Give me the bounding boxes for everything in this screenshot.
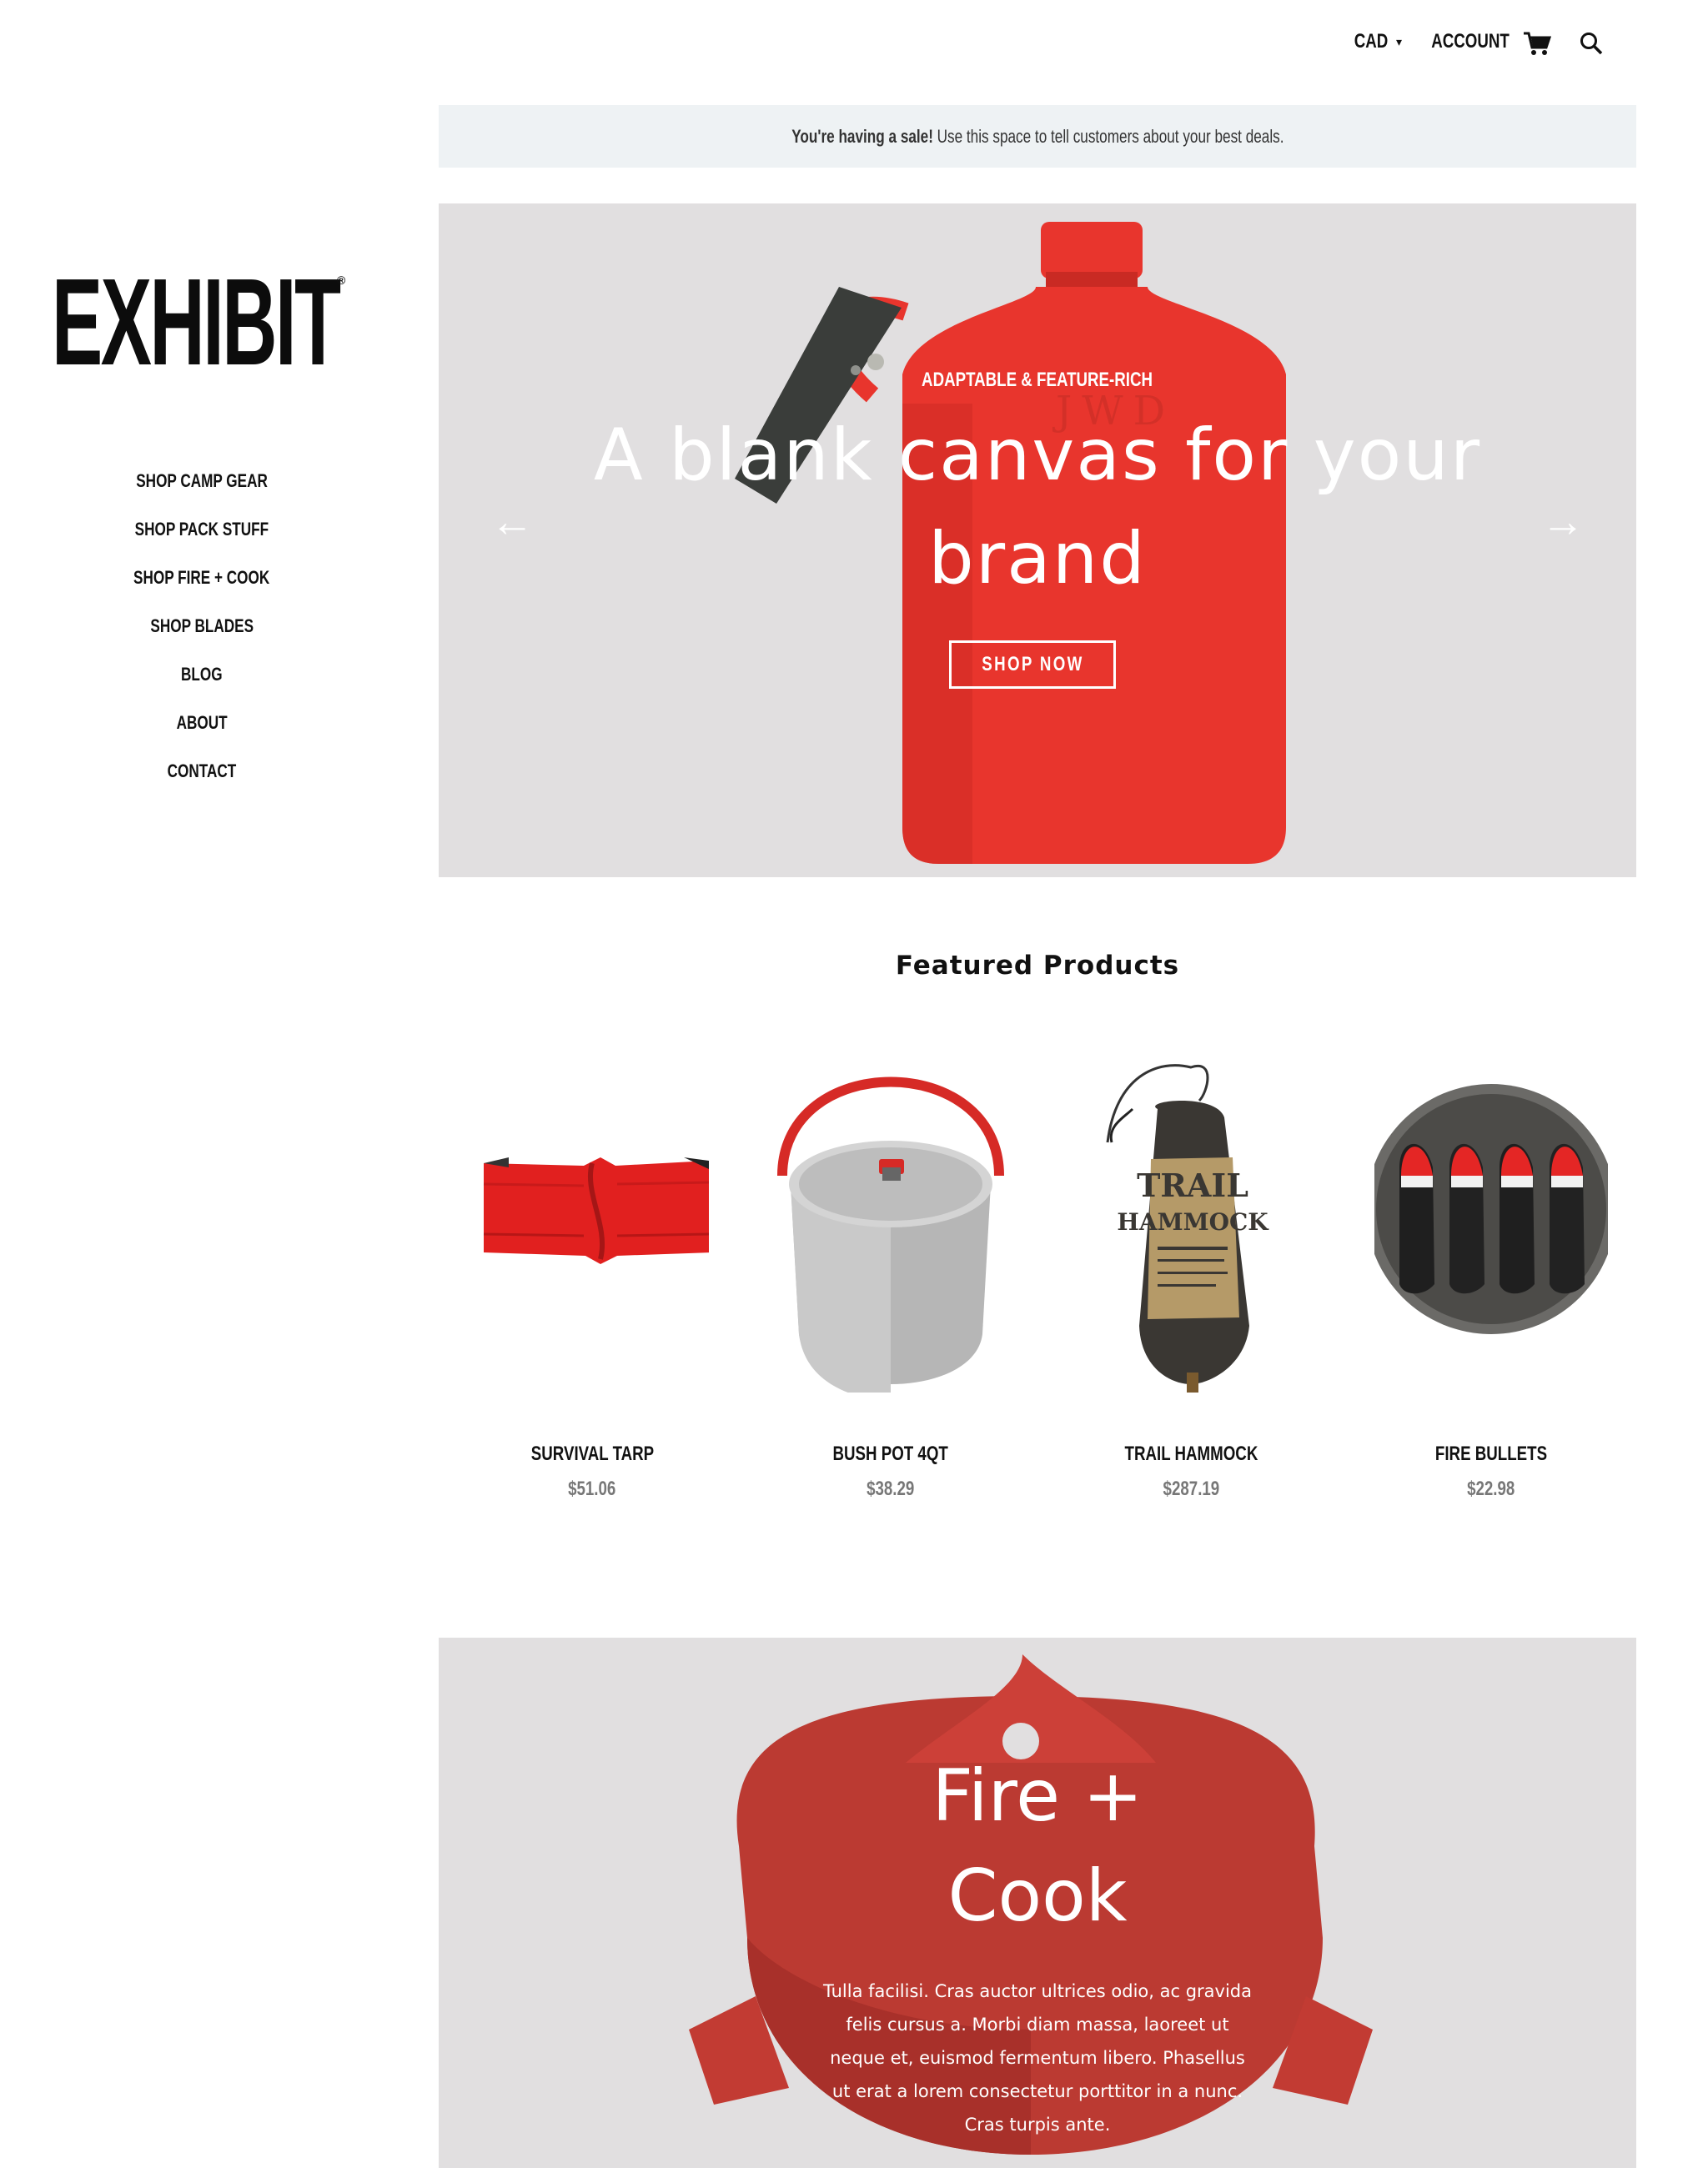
currency-selector[interactable]: CAD ▾ — [1349, 30, 1402, 53]
collection-title: Fire + Cook — [932, 1754, 1143, 1938]
logo[interactable]: EXHIBIT ® — [52, 253, 352, 391]
product-card[interactable]: TRAIL HAMMOCK TRAIL HAMMOCK $287.19 — [1066, 1059, 1316, 1526]
announcement-bold: You're having a sale! — [791, 125, 933, 147]
product-price-text: $38.29 — [867, 1478, 915, 1500]
product-price-text: $22.98 — [1467, 1478, 1515, 1500]
sidebar-nav: SHOP CAMP GEAR SHOP PACK STUFF SHOP FIRE… — [0, 457, 404, 795]
arrow-right-icon[interactable]: → — [1541, 500, 1585, 544]
trail-hammock-image: TRAIL HAMMOCK — [1106, 1064, 1269, 1393]
featured-products-heading: Featured Products — [895, 951, 1180, 981]
survival-tarp-image — [483, 1157, 709, 1264]
hammock-label-line2: HAMMOCK — [1117, 1208, 1269, 1236]
account-link[interactable]: ACCOUNT — [1420, 30, 1520, 53]
bush-pot-image — [777, 1076, 1004, 1393]
nav-item-shop-fire-cook[interactable]: SHOP FIRE + COOK — [0, 554, 404, 602]
product-card[interactable]: BUSH POT 4QT $38.29 — [766, 1059, 1016, 1526]
arrow-left-icon[interactable]: ← — [490, 500, 534, 544]
product-name-text: SURVIVAL TARP — [530, 1443, 654, 1465]
announcement-bar: You're having a sale! Use this space to t… — [439, 105, 1636, 168]
hero-slideshow: JWD ADAPTABLE & FEATURE-RICH A blank can… — [439, 203, 1636, 877]
chevron-down-icon: ▾ — [1396, 35, 1403, 49]
product-card[interactable]: FIRE BULLETS $22.98 — [1366, 1059, 1616, 1526]
cart-icon[interactable] — [1523, 32, 1551, 57]
nav-item-shop-blades[interactable]: SHOP BLADES — [0, 602, 404, 650]
nav-item-label: SHOP PACK STUFF — [134, 519, 269, 539]
nav-item-about[interactable]: ABOUT — [0, 699, 404, 747]
product-name: BUSH POT 4QT — [766, 1443, 1016, 1466]
nav-item-shop-pack-stuff[interactable]: SHOP PACK STUFF — [0, 505, 404, 554]
collection-feature[interactable]: Fire + Cook Tulla facilisi. Cras auctor … — [439, 1638, 1636, 2168]
product-name: SURVIVAL TARP — [467, 1443, 717, 1466]
nav-item-label: CONTACT — [167, 760, 237, 781]
product-price-text: $287.19 — [1163, 1478, 1219, 1500]
nav-item-label: SHOP CAMP GEAR — [136, 470, 268, 491]
shop-now-label: SHOP NOW — [981, 653, 1084, 675]
hero-kicker-text: ADAPTABLE & FEATURE-RICH — [922, 369, 1153, 391]
product-card[interactable]: SURVIVAL TARP $51.06 — [467, 1059, 717, 1526]
product-name-text: BUSH POT 4QT — [832, 1443, 949, 1465]
top-bar: CAD ▾ ACCOUNT — [0, 0, 1708, 92]
nav-item-shop-camp-gear[interactable]: SHOP CAMP GEAR — [0, 457, 404, 505]
announcement-text: Use this space to tell customers about y… — [937, 125, 1284, 147]
nav-item-contact[interactable]: CONTACT — [0, 747, 404, 795]
search-icon[interactable] — [1580, 32, 1603, 55]
hero-kicker: ADAPTABLE & FEATURE-RICH — [439, 369, 1636, 392]
nav-item-label: BLOG — [181, 664, 223, 685]
nav-item-blog[interactable]: BLOG — [0, 650, 404, 699]
nav-item-label: ABOUT — [176, 712, 228, 733]
product-name: FIRE BULLETS — [1366, 1443, 1616, 1466]
product-price: $22.98 — [1366, 1478, 1616, 1501]
hammock-label-line1: TRAIL — [1137, 1167, 1248, 1204]
product-name-text: TRAIL HAMMOCK — [1124, 1443, 1258, 1465]
hero-title: A blank canvas for your brand — [593, 414, 1482, 600]
product-price: $38.29 — [766, 1478, 1016, 1501]
nav-item-label: SHOP BLADES — [150, 615, 254, 636]
product-price: $51.06 — [467, 1478, 717, 1501]
product-price-text: $51.06 — [568, 1478, 616, 1500]
logo-text: EXHIBIT — [52, 253, 341, 391]
product-name-text: FIRE BULLETS — [1434, 1443, 1548, 1465]
product-name: TRAIL HAMMOCK — [1066, 1443, 1316, 1466]
nav-item-label: SHOP FIRE + COOK — [133, 567, 270, 588]
currency-label: CAD — [1354, 30, 1389, 53]
collection-description: Tulla facilisi. Cras auctor ultrices odi… — [822, 1981, 1253, 2135]
shop-now-button[interactable]: SHOP NOW — [949, 640, 1116, 689]
logo-registered-mark: ® — [337, 274, 346, 287]
account-label: ACCOUNT — [1431, 30, 1510, 53]
product-price: $287.19 — [1066, 1478, 1316, 1501]
fire-bullets-image — [1374, 1084, 1608, 1334]
